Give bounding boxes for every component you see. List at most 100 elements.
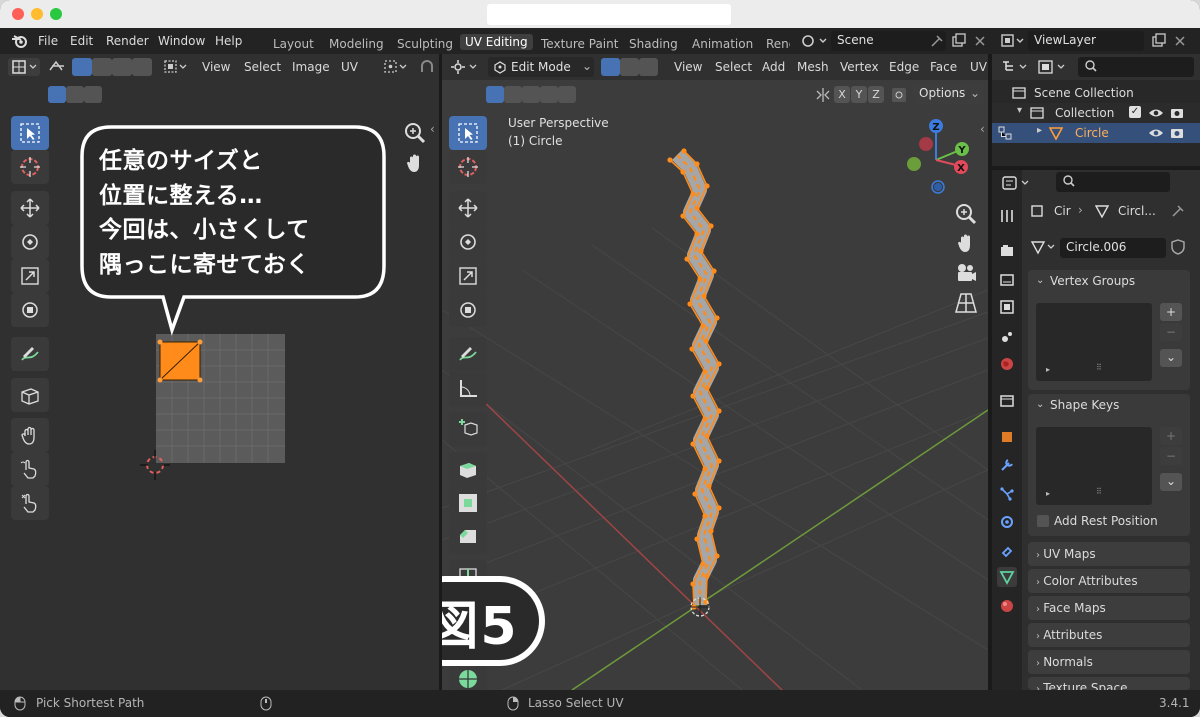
navigation-gizmo[interactable]: Z Y X: [902, 116, 982, 200]
mesh-browse-icon[interactable]: [1030, 239, 1058, 255]
uv-face-select-button[interactable]: [112, 58, 132, 76]
pin-icon[interactable]: [1171, 204, 1185, 218]
tab-physics[interactable]: [997, 512, 1017, 532]
uv-tool-grab[interactable]: [11, 418, 49, 452]
tab-render[interactable]: [997, 241, 1017, 261]
viewport-editor-type-icon[interactable]: [448, 58, 482, 76]
uv-menu-image[interactable]: Image: [292, 60, 330, 74]
uv-tool-cursor[interactable]: [11, 150, 49, 184]
scene-selector-icon[interactable]: [801, 33, 829, 49]
mirror-icon[interactable]: [814, 86, 832, 104]
tool-transform[interactable]: [449, 293, 487, 327]
tab-modeling[interactable]: Modeling: [329, 37, 384, 51]
editor-type-button[interactable]: [8, 58, 40, 76]
minimize-window-button[interactable]: [31, 8, 43, 20]
pin-icon[interactable]: [930, 34, 944, 48]
new-view-layer-icon[interactable]: [1151, 33, 1167, 49]
menu-render[interactable]: Render: [106, 34, 149, 48]
viewport-menu-edge[interactable]: Edge: [889, 60, 919, 74]
tab-layout[interactable]: Layout: [273, 37, 314, 51]
perspective-grid-icon[interactable]: [953, 290, 979, 316]
3d-viewport[interactable]: Edit Mode ⌄ View Select Add Mesh Vertex …: [442, 54, 988, 690]
tool-add-cube[interactable]: [449, 412, 487, 446]
uv-sidebar-toggle-icon[interactable]: ‹: [430, 122, 435, 136]
uv-zoom-icon[interactable]: [402, 120, 428, 146]
display-mode-icon[interactable]: [1036, 58, 1070, 76]
uv-menu-view[interactable]: View: [202, 60, 230, 74]
close-window-button[interactable]: [12, 8, 24, 20]
panel-collapse-icon[interactable]: ⌄: [1036, 399, 1044, 410]
viewport-menu-add[interactable]: Add: [762, 60, 785, 74]
tab-rendering[interactable]: Rend: [766, 37, 790, 51]
tab-collection[interactable]: [997, 391, 1017, 411]
uv-select-subtract-button[interactable]: [84, 86, 102, 103]
tool-inset[interactable]: [449, 486, 487, 520]
uv-select-new-button[interactable]: [48, 86, 66, 103]
add-rest-position-checkbox[interactable]: [1037, 515, 1049, 527]
select-invert-button[interactable]: [540, 86, 558, 103]
blender-logo-icon[interactable]: [11, 34, 29, 48]
uv-vertex-select-button[interactable]: [72, 58, 92, 76]
tab-scene[interactable]: [997, 326, 1017, 346]
add-shape-key-button[interactable]: +: [1160, 427, 1182, 445]
tool-move[interactable]: [449, 191, 487, 225]
viewport-menu-uv[interactable]: UV: [970, 60, 987, 74]
uv-sync-selection-icon[interactable]: [46, 58, 68, 76]
tab-particles[interactable]: [997, 484, 1017, 504]
shape-key-specials-button[interactable]: ⌄: [1160, 473, 1182, 491]
select-subtract-button[interactable]: [522, 86, 540, 103]
properties-editor-icon[interactable]: [1000, 174, 1034, 192]
tool-spin[interactable]: [449, 662, 487, 690]
auto-merge-icon[interactable]: [890, 86, 908, 104]
collection-checkbox[interactable]: ✓: [1129, 106, 1141, 118]
vertex-group-specials-button[interactable]: ⌄: [1160, 349, 1182, 367]
tab-animation[interactable]: Animation: [692, 37, 753, 51]
view-layer-field[interactable]: ViewLayer: [1028, 31, 1144, 51]
uv-tool-relax[interactable]: [11, 452, 49, 486]
uv-menu-uv[interactable]: UV: [341, 60, 358, 74]
select-intersect-button[interactable]: [558, 86, 576, 103]
tool-scale[interactable]: [449, 259, 487, 293]
tool-select-box[interactable]: [449, 116, 487, 150]
zoom-window-button[interactable]: [50, 8, 62, 20]
select-extend-button[interactable]: [504, 86, 522, 103]
outliner-search-input[interactable]: [1078, 57, 1194, 77]
viewport-menu-mesh[interactable]: Mesh: [797, 60, 829, 74]
uv-tool-pinch[interactable]: [11, 486, 49, 520]
uv-tool-rip[interactable]: [11, 378, 49, 412]
uv-tool-select-box[interactable]: [11, 116, 49, 150]
uv-tool-rotate[interactable]: [11, 225, 49, 259]
expand-arrow-icon[interactable]: ▾: [1017, 105, 1022, 116]
tab-output[interactable]: [997, 270, 1017, 290]
texture-space-panel[interactable]: › Texture Space: [1028, 677, 1190, 690]
outliner-row-circle[interactable]: ▸ Circle: [992, 123, 1200, 143]
eye-icon[interactable]: [1148, 126, 1164, 140]
viewport-zoom-icon[interactable]: [953, 201, 979, 227]
uv-sticky-mode-icon[interactable]: [162, 58, 190, 76]
properties-search-input[interactable]: [1056, 172, 1170, 192]
tab-constraints[interactable]: [997, 541, 1017, 561]
delete-view-layer-icon[interactable]: [1173, 34, 1187, 48]
tool-cursor[interactable]: [449, 150, 487, 184]
panel-collapse-icon[interactable]: ⌄: [1036, 275, 1044, 286]
menu-help[interactable]: Help: [215, 34, 242, 48]
tab-world[interactable]: [997, 354, 1017, 374]
camera-icon[interactable]: [953, 260, 979, 286]
render-camera-icon[interactable]: [1170, 126, 1184, 140]
viewport-menu-vertex[interactable]: Vertex: [840, 60, 879, 74]
viewport-menu-select[interactable]: Select: [715, 60, 752, 74]
resize-handle-icon[interactable]: ⠿: [1096, 487, 1102, 496]
tool-bevel[interactable]: [449, 520, 487, 554]
vertex-groups-header[interactable]: Vertex Groups: [1050, 274, 1135, 288]
tab-modifiers[interactable]: [997, 455, 1017, 475]
mode-selector[interactable]: Edit Mode ⌄: [488, 57, 594, 77]
outliner-row-scene-collection[interactable]: Scene Collection: [992, 83, 1200, 103]
snap-icon[interactable]: [417, 58, 437, 76]
tab-view-layer[interactable]: [997, 297, 1017, 317]
render-camera-icon[interactable]: [1170, 106, 1184, 120]
tab-sculpting[interactable]: Sculpting: [397, 37, 453, 51]
viewport-sidebar-toggle-icon[interactable]: ‹: [980, 122, 985, 136]
attributes-panel[interactable]: › Attributes: [1028, 623, 1190, 647]
shape-keys-header[interactable]: Shape Keys: [1050, 398, 1119, 412]
uv-pan-icon[interactable]: [402, 150, 428, 176]
